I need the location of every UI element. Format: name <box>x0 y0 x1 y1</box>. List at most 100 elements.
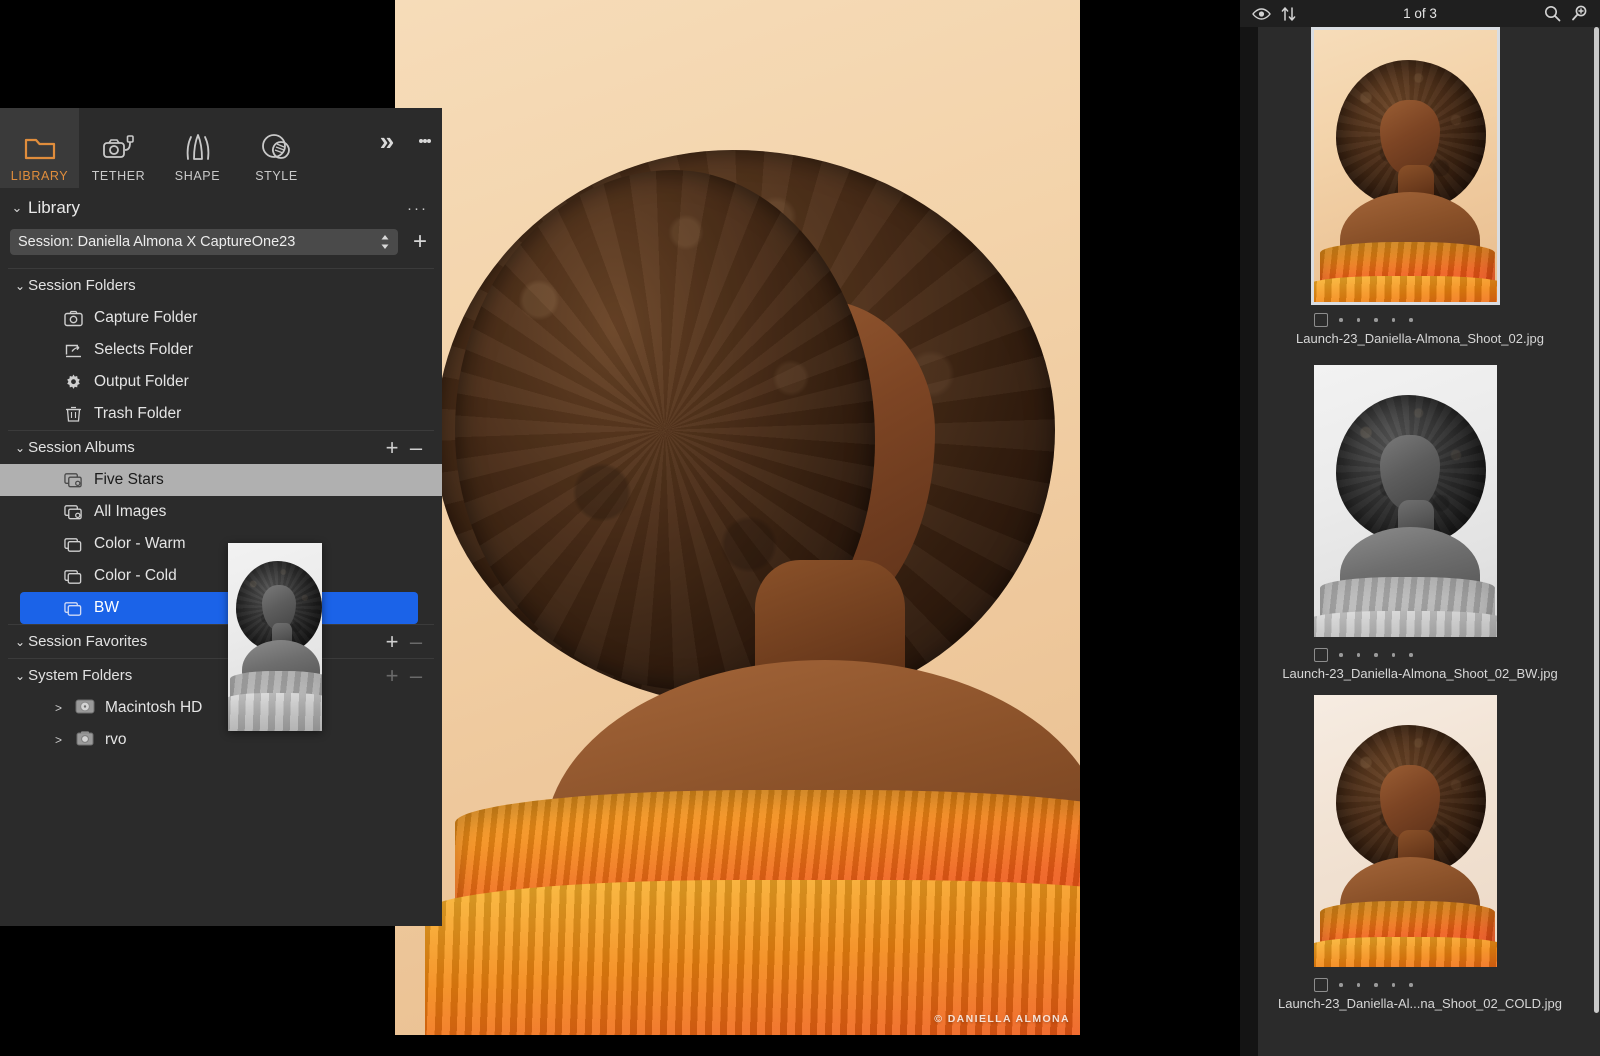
dragged-thumbnail[interactable] <box>228 543 322 731</box>
sidebar-item-label: Color - Warm <box>94 535 186 553</box>
tab-style-label: STYLE <box>255 169 298 183</box>
add-favorite-button[interactable]: + <box>380 629 404 655</box>
gear-icon <box>64 373 83 392</box>
library-section-header: ⌄ Library ··· <box>0 188 442 228</box>
list-item[interactable]: Launch-23_Daniella-Al...na_Shoot_02_COLD… <box>1240 695 1600 1007</box>
kebab-menu-icon[interactable] <box>408 108 442 188</box>
thumbnail-filename: Launch-23_Daniella-Almona_Shoot_02_BW.jp… <box>1240 666 1600 681</box>
group-header-session-folders[interactable]: ⌄ Session Folders <box>0 269 442 302</box>
add-system-folder-button[interactable]: + <box>380 663 404 689</box>
sidebar-item-label: Macintosh HD <box>105 699 202 717</box>
chevron-down-icon[interactable]: ⌄ <box>6 200 28 216</box>
remove-system-folder-button[interactable]: – <box>404 663 428 689</box>
group-label: System Folders <box>28 667 380 684</box>
app-root: © DANIELLA ALMONA LIBRARY <box>0 0 1600 1056</box>
session-select[interactable]: Session: Daniella Almona X CaptureOne23 <box>10 229 398 255</box>
chevron-down-icon: ⌄ <box>15 669 25 683</box>
stepper-updown-icon[interactable] <box>374 233 390 251</box>
thumbnail-checkbox[interactable] <box>1314 648 1328 662</box>
sidebar-item-all-images[interactable]: All Images <box>0 496 442 528</box>
sidebar-item-rvo[interactable]: > rvo <box>0 724 442 756</box>
sidebar-item-bw[interactable]: BW <box>20 592 418 624</box>
sort-updown-icon[interactable] <box>1281 6 1296 22</box>
chevron-double-right-icon[interactable]: » <box>366 108 408 188</box>
tab-shape[interactable]: SHAPE <box>158 108 237 188</box>
sidebar-item-capture-folder[interactable]: Capture Folder <box>0 302 442 334</box>
sidebar-item-label: Color - Cold <box>94 567 177 585</box>
sidebar-item-label: All Images <box>94 503 166 521</box>
tab-style[interactable]: STYLE <box>237 108 316 188</box>
group-header-session-favorites[interactable]: ⌄ Session Favorites + – <box>0 625 442 658</box>
chevron-right-icon[interactable]: > <box>55 701 65 715</box>
dress-bottom-ruffle <box>1314 611 1497 637</box>
thumbnail-meta <box>1314 978 1497 992</box>
thumbnail-checkbox[interactable] <box>1314 313 1328 327</box>
page-title: Library <box>28 198 407 218</box>
library-panel: LIBRARY TETHER <box>0 108 442 926</box>
dress-bottom-ruffle <box>228 693 322 731</box>
sidebar-item-macintosh-hd[interactable]: > Macintosh HD <box>0 692 442 724</box>
magnifier-plus-icon[interactable] <box>1571 5 1588 22</box>
filmstrip-toolbar: 1 of 3 <box>1240 0 1600 27</box>
tab-library-label: LIBRARY <box>11 169 68 183</box>
album-icon <box>64 567 83 586</box>
list-item[interactable]: Launch-23_Daniella-Almona_Shoot_02.jpg <box>1240 30 1600 342</box>
folder-icon <box>23 131 57 165</box>
camera-tether-icon <box>102 131 136 165</box>
session-selector-row: Session: Daniella Almona X CaptureOne23 … <box>0 228 442 268</box>
image-counter: 1 of 3 <box>1306 6 1534 21</box>
rating-dots[interactable] <box>1339 318 1413 322</box>
magnifier-icon[interactable] <box>1544 5 1561 22</box>
thumbnail-checkbox[interactable] <box>1314 978 1328 992</box>
list-item[interactable]: Launch-23_Daniella-Almona_Shoot_02_BW.jp… <box>1240 365 1600 677</box>
sidebar-item-output-folder[interactable]: Output Folder <box>0 366 442 398</box>
add-session-button[interactable]: + <box>408 228 432 256</box>
thumbnail-filename: Launch-23_Daniella-Almona_Shoot_02.jpg <box>1240 331 1600 346</box>
filmstrip-panel: 1 of 3 <box>1240 0 1600 1056</box>
group-header-session-albums[interactable]: ⌄ Session Albums + – <box>0 431 442 464</box>
sidebar-item-color-cold[interactable]: Color - Cold <box>0 560 442 592</box>
chevron-right-icon[interactable]: > <box>55 733 65 747</box>
sidebar-item-label: Five Stars <box>94 471 164 489</box>
sidebar-item-color-warm[interactable]: Color - Warm <box>0 528 442 560</box>
sidebar-item-label: rvo <box>105 731 127 749</box>
portrait-figure <box>395 0 1080 1035</box>
thumbnail-image[interactable] <box>1314 30 1497 302</box>
dress-bottom-ruffle <box>1314 276 1497 302</box>
camera-card-icon <box>74 729 96 751</box>
trash-icon <box>64 405 83 424</box>
capture-folder-icon <box>64 309 83 328</box>
tab-library[interactable]: LIBRARY <box>0 108 79 188</box>
album-icon <box>64 535 83 554</box>
rating-dots[interactable] <box>1339 653 1413 657</box>
group-label: Session Favorites <box>28 633 380 650</box>
thumbnail-image[interactable] <box>1314 695 1497 967</box>
thumbnail-image[interactable] <box>1314 365 1497 637</box>
add-album-button[interactable]: + <box>380 435 404 461</box>
photo-watermark: © DANIELLA ALMONA <box>934 1013 1070 1025</box>
thumbnail-filename: Launch-23_Daniella-Al...na_Shoot_02_COLD… <box>1240 996 1600 1011</box>
main-photo: © DANIELLA ALMONA <box>395 0 1080 1035</box>
eye-icon[interactable] <box>1252 7 1271 21</box>
thumb-figure <box>1314 695 1497 967</box>
rating-dots[interactable] <box>1339 983 1413 987</box>
group-label: Session Folders <box>28 277 428 294</box>
sidebar-item-five-stars[interactable]: Five Stars <box>0 464 442 496</box>
tab-tether[interactable]: TETHER <box>79 108 158 188</box>
group-header-system-folders[interactable]: ⌄ System Folders + – <box>0 659 442 692</box>
smart-album-icon <box>64 503 83 522</box>
sidebar-item-selects-folder[interactable]: Selects Folder <box>0 334 442 366</box>
thumbnail-meta <box>1314 648 1497 662</box>
drag-thumb-figure <box>228 543 322 731</box>
sidebar-item-label: Trash Folder <box>94 405 181 423</box>
remove-favorite-button[interactable]: – <box>404 629 428 655</box>
main-image-viewer[interactable]: © DANIELLA ALMONA <box>395 0 1080 1035</box>
library-options-icon[interactable]: ··· <box>407 200 428 217</box>
sidebar-item-trash-folder[interactable]: Trash Folder <box>0 398 442 430</box>
chevron-down-icon: ⌄ <box>15 635 25 649</box>
smart-album-icon <box>64 471 83 490</box>
harddisk-icon <box>74 697 96 719</box>
sidebar-item-label: Output Folder <box>94 373 189 391</box>
group-label: Session Albums <box>28 439 380 456</box>
remove-album-button[interactable]: – <box>404 435 428 461</box>
